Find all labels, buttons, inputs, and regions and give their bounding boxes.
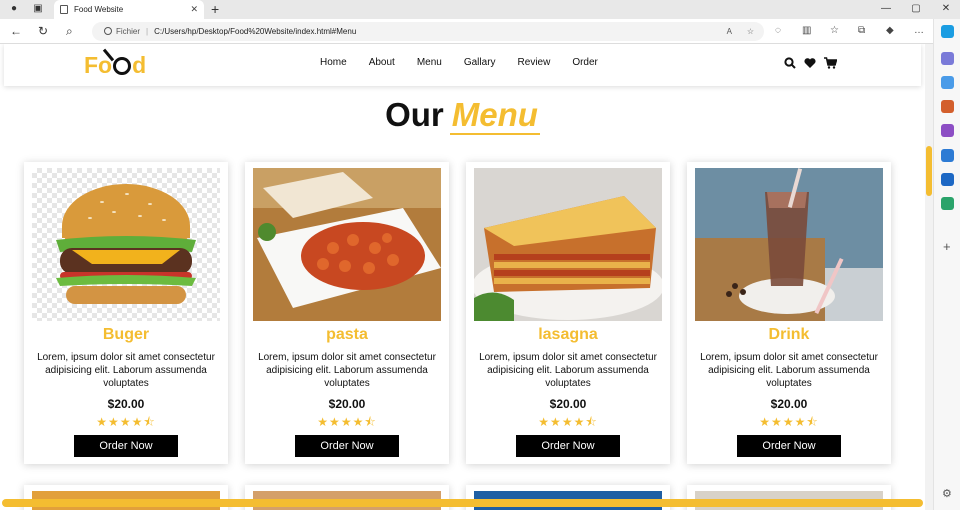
vertical-scrollbar[interactable] <box>925 44 933 510</box>
sidebar-settings-icon[interactable]: ⚙ <box>942 487 952 500</box>
shopping-icon[interactable] <box>941 76 954 89</box>
menu-card: Drink Lorem, ipsum dolor sit amet consec… <box>687 162 891 464</box>
browser-tab[interactable]: Food Website ✕ <box>54 0 204 19</box>
burger-image <box>32 168 220 321</box>
heading-main: Our <box>385 96 444 133</box>
rating-stars-icon: ★★★★⯪ <box>96 415 156 429</box>
site-info-icon[interactable] <box>104 27 112 35</box>
favorite-star-icon[interactable]: ☆ <box>747 22 754 41</box>
minimize-icon[interactable]: — <box>878 2 894 16</box>
pasta-image <box>253 168 441 321</box>
url-separator: | <box>146 27 149 36</box>
item-description: Lorem, ipsum dolor sit amet consectetur … <box>258 352 436 389</box>
item-description: Lorem, ipsum dolor sit amet consectetur … <box>700 352 878 389</box>
logo-text-right: d <box>132 52 147 78</box>
menu-grid: Buger Lorem, ipsum dolor sit amet consec… <box>24 162 891 464</box>
menu-heading: Our Menu <box>0 96 925 135</box>
order-now-button[interactable]: Order Now <box>737 435 841 457</box>
item-price: $20.00 <box>770 397 808 411</box>
item-price: $20.00 <box>549 397 587 411</box>
collections-icon[interactable]: ⧉ <box>858 24 865 38</box>
menu-card: lasagna Lorem, ipsum dolor sit amet cons… <box>466 162 670 464</box>
drop-icon[interactable] <box>941 197 954 210</box>
horizontal-scrollbar[interactable] <box>2 499 923 507</box>
rating-stars-icon: ★★★★⯪ <box>759 415 819 429</box>
new-tab-icon[interactable]: + <box>211 0 219 19</box>
order-now-button[interactable]: Order Now <box>295 435 399 457</box>
add-sidebar-app-icon[interactable]: + <box>943 239 951 254</box>
more-options-icon[interactable]: … <box>914 24 924 38</box>
tools-icon[interactable] <box>941 100 954 113</box>
workspaces-icon[interactable]: ▣ <box>30 2 46 16</box>
copilot-sidebar-icon[interactable] <box>941 25 954 38</box>
rating-stars-icon: ★★★★⯪ <box>538 415 598 429</box>
nav-gallary[interactable]: Gallary <box>464 57 496 68</box>
order-now-button[interactable]: Order Now <box>74 435 178 457</box>
close-window-icon[interactable]: ✕ <box>938 2 954 16</box>
scrollbar-thumb[interactable] <box>926 146 932 196</box>
frying-pan-icon <box>113 57 132 75</box>
nav-about[interactable]: About <box>369 57 395 68</box>
address-field[interactable]: Fichier | C:/Users/hp/Desktop/Food%20Websi… <box>92 22 764 41</box>
tab-title: Food Website <box>74 5 124 14</box>
people-icon[interactable] <box>941 124 954 137</box>
menu-card: pasta Lorem, ipsum dolor sit amet consec… <box>245 162 449 464</box>
menu-card: Buger Lorem, ipsum dolor sit amet consec… <box>24 162 228 464</box>
item-name: pasta <box>326 326 368 343</box>
search-sidebar-icon[interactable] <box>941 52 954 65</box>
drink-image <box>695 168 883 321</box>
nav-order[interactable]: Order <box>572 57 598 68</box>
extensions-icon[interactable]: ◆ <box>886 24 894 38</box>
search-icon[interactable]: ⌕ <box>66 24 73 38</box>
office-icon[interactable] <box>941 149 954 162</box>
main-nav: Home About Menu Gallary Review Order <box>320 57 598 68</box>
heading-accent: Menu <box>449 96 540 135</box>
browser-sidebar: + ⚙ <box>933 19 960 510</box>
url-scheme-label: Fichier <box>116 27 141 36</box>
site-logo[interactable]: Fo d <box>84 50 146 80</box>
page-favicon-icon <box>60 5 68 14</box>
maximize-icon[interactable]: ▢ <box>908 2 924 16</box>
nav-menu[interactable]: Menu <box>417 57 442 68</box>
browser-tab-strip: ● ▣ Food Website ✕ + — ▢ ✕ <box>0 0 960 19</box>
close-tab-icon[interactable]: ✕ <box>190 0 198 19</box>
back-arrow-icon[interactable]: ← <box>10 24 22 38</box>
address-toolbar: ← ↻ ⌕ Fichier | C:/Users/hp/Desktop/Food%2… <box>0 19 960 44</box>
item-price: $20.00 <box>328 397 366 411</box>
rating-stars-icon: ★★★★⯪ <box>317 415 377 429</box>
item-name: Buger <box>102 326 150 343</box>
order-now-button[interactable]: Order Now <box>516 435 620 457</box>
lasagna-image <box>474 168 662 321</box>
item-name: lasagna <box>538 326 598 343</box>
item-description: Lorem, ipsum dolor sit amet consectetur … <box>37 352 215 389</box>
item-price: $20.00 <box>107 397 145 411</box>
split-screen-icon[interactable]: ▥ <box>802 24 811 38</box>
refresh-icon[interactable]: ↻ <box>38 24 48 38</box>
item-description: Lorem, ipsum dolor sit amet consectetur … <box>479 352 657 389</box>
url-text: C:/Users/hp/Desktop/Food%20Website/index… <box>154 27 357 36</box>
search-icon[interactable] <box>784 57 796 72</box>
profile-icon[interactable]: ● <box>6 2 22 16</box>
heart-icon[interactable] <box>804 57 816 72</box>
copilot-icon[interactable]: ◌ <box>775 24 781 38</box>
nav-review[interactable]: Review <box>518 57 551 68</box>
outlook-icon[interactable] <box>941 173 954 186</box>
item-name: Drink <box>768 326 810 343</box>
site-header: Fo d Home About Menu Gallary Review Order <box>4 44 921 86</box>
read-aloud-icon[interactable]: A <box>727 22 732 41</box>
cart-icon[interactable] <box>824 57 838 72</box>
nav-home[interactable]: Home <box>320 57 347 68</box>
favorites-icon[interactable]: ☆ <box>830 24 839 38</box>
page-viewport: Fo d Home About Menu Gallary Review Order… <box>0 44 933 510</box>
